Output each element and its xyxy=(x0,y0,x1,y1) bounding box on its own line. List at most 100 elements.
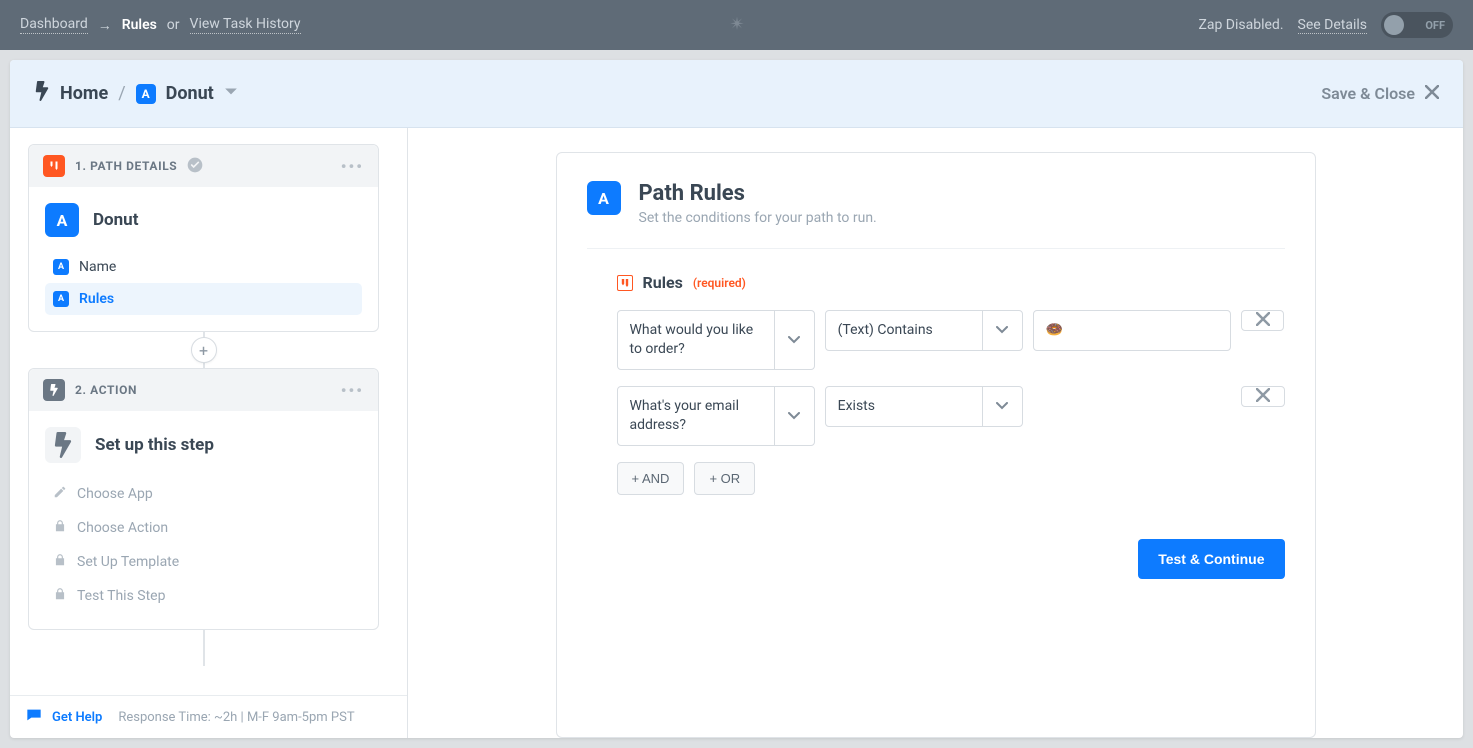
rule-operator-value: (Text) Contains xyxy=(826,311,982,350)
step-header-path-details[interactable]: 1. PATH DETAILS ••• xyxy=(29,145,378,187)
rule-operator-select[interactable]: (Text) Contains xyxy=(825,310,1023,351)
toggle-off-label: OFF xyxy=(1425,19,1445,32)
zap-enable-toggle[interactable]: OFF xyxy=(1381,12,1453,38)
rule-field-select[interactable]: What's your email address? xyxy=(617,386,815,446)
substep-label: Rules xyxy=(79,291,114,307)
rule-row: What would you like to order? (Text) Con… xyxy=(617,310,1285,370)
bolt-icon xyxy=(45,427,81,463)
chevron-down-icon[interactable] xyxy=(982,311,1022,350)
substep-choose-app[interactable]: Choose App xyxy=(45,477,362,511)
topbar-right: Zap Disabled. See Details OFF xyxy=(1198,12,1453,38)
breadcrumb-slash: / xyxy=(118,83,125,104)
pencil-icon xyxy=(53,485,67,503)
mini-badge: A xyxy=(53,259,69,275)
rule-remove-button[interactable] xyxy=(1241,386,1285,407)
help-bar: Get Help Response Time: ~2h | M-F 9am-5p… xyxy=(10,695,407,738)
response-time-label: Response Time: ~2h | M-F 9am-5pm PST xyxy=(118,710,354,725)
topbar: Dashboard → Rules or View Task History Z… xyxy=(0,0,1473,50)
save-and-close-button[interactable]: Save & Close xyxy=(1321,84,1439,103)
chevron-down-icon[interactable] xyxy=(224,83,238,104)
substep-label: Name xyxy=(79,259,116,275)
dashboard-link[interactable]: Dashboard xyxy=(20,16,88,34)
lock-icon xyxy=(53,587,67,605)
substep-name[interactable]: A Name xyxy=(45,251,362,283)
close-icon xyxy=(1256,311,1270,330)
path-rules-panel: A Path Rules Set the conditions for your… xyxy=(556,152,1316,738)
test-continue-button[interactable]: Test & Continue xyxy=(1138,539,1284,579)
rules-section: Rules (required) What would you like to … xyxy=(587,249,1285,579)
rules-label: Rules xyxy=(643,273,683,292)
required-label: (required) xyxy=(693,276,746,290)
step-title-row: A Donut xyxy=(45,203,362,237)
rule-row: What's your email address? Exists xyxy=(617,386,1285,446)
breadcrumb-rules: Rules xyxy=(122,17,157,33)
panel-title: Path Rules xyxy=(639,181,877,206)
rule-value-input[interactable]: 🍩 xyxy=(1033,310,1231,351)
substeps-list: A Name A Rules xyxy=(45,251,362,323)
breadcrumb-pathname[interactable]: Donut xyxy=(166,83,214,104)
rule-remove-button[interactable] xyxy=(1241,310,1285,331)
rules-label-row: Rules (required) xyxy=(617,273,1285,292)
step-label: 2. ACTION xyxy=(75,383,137,397)
save-close-label: Save & Close xyxy=(1321,84,1415,103)
breadcrumb: Home / A Donut xyxy=(34,81,238,106)
topbar-left: Dashboard → Rules or View Task History xyxy=(20,16,301,34)
chevron-down-icon[interactable] xyxy=(982,387,1022,426)
cta-row: Test & Continue xyxy=(617,539,1285,579)
chat-icon xyxy=(26,708,42,726)
panel-subtitle: Set the conditions for your path to run. xyxy=(639,210,877,226)
task-history-link[interactable]: View Task History xyxy=(190,16,301,34)
lock-icon xyxy=(53,519,67,537)
breadcrumb-or: or xyxy=(167,17,180,33)
paths-app-icon xyxy=(43,155,65,177)
substeps-list: Choose App Choose Action Set Up Template xyxy=(45,477,362,621)
step-menu-button[interactable]: ••• xyxy=(341,381,364,400)
chevron-down-icon[interactable] xyxy=(774,311,814,369)
steps-scroll[interactable]: 1. PATH DETAILS ••• A Donut xyxy=(10,128,407,695)
add-step-button[interactable]: + xyxy=(191,337,217,363)
substep-choose-action[interactable]: Choose Action xyxy=(45,511,362,545)
path-letter-badge: A xyxy=(136,84,156,104)
mini-badge: A xyxy=(53,291,69,307)
step-header-action[interactable]: 2. ACTION ••• xyxy=(29,369,378,411)
rule-field-value: What's your email address? xyxy=(618,387,774,445)
rule-add-buttons: + AND + OR xyxy=(617,462,1285,495)
rule-operator-select[interactable]: Exists xyxy=(825,386,1023,427)
close-icon xyxy=(1425,84,1439,103)
substep-test-step[interactable]: Test This Step xyxy=(45,579,362,613)
substep-label: Test This Step xyxy=(77,588,165,604)
path-letter-large: A xyxy=(45,203,79,237)
rule-field-value: What would you like to order? xyxy=(618,311,774,369)
breadcrumb-arrow: → xyxy=(98,17,112,34)
step-menu-button[interactable]: ••• xyxy=(341,157,364,176)
rule-field-select[interactable]: What would you like to order? xyxy=(617,310,815,370)
connector: + xyxy=(28,332,379,368)
add-or-button[interactable]: + OR xyxy=(694,462,755,495)
panel-header: A Path Rules Set the conditions for your… xyxy=(587,181,1285,249)
sheet-header: Home / A Donut Save & Close xyxy=(10,60,1463,128)
step-title: Donut xyxy=(93,210,138,230)
paths-small-icon xyxy=(617,275,633,291)
get-help-link[interactable]: Get Help xyxy=(52,710,102,725)
bolt-icon xyxy=(34,81,50,106)
see-details-link[interactable]: See Details xyxy=(1298,17,1367,34)
substep-setup-template[interactable]: Set Up Template xyxy=(45,545,362,579)
action-step-icon xyxy=(43,379,65,401)
step-title-row: Set up this step xyxy=(45,427,362,463)
rule-value: 🍩 xyxy=(1034,311,1230,350)
add-and-button[interactable]: + AND xyxy=(617,462,685,495)
lock-icon xyxy=(53,553,67,571)
content-area: A Path Rules Set the conditions for your… xyxy=(408,128,1463,738)
connector-trailing xyxy=(28,630,379,666)
step-card-action: 2. ACTION ••• Set up this step xyxy=(28,368,379,630)
panel-letter-badge: A xyxy=(587,181,621,215)
substep-rules[interactable]: A Rules xyxy=(45,283,362,315)
substep-label: Set Up Template xyxy=(77,554,179,570)
substep-label: Choose Action xyxy=(77,520,168,536)
plus-icon: + xyxy=(199,341,208,360)
steps-panel: 1. PATH DETAILS ••• A Donut xyxy=(10,128,408,738)
chevron-down-icon[interactable] xyxy=(774,387,814,445)
sheet: Home / A Donut Save & Close xyxy=(10,60,1463,738)
toggle-knob xyxy=(1384,15,1404,35)
breadcrumb-home[interactable]: Home xyxy=(60,83,108,104)
